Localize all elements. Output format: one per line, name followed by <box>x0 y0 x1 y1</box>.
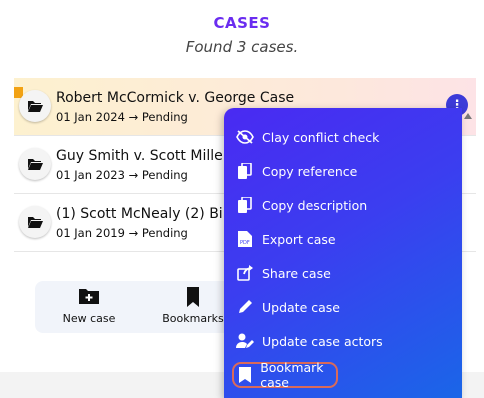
page-title: CASES <box>213 14 271 32</box>
menu-item-label: Clay conflict check <box>262 129 380 145</box>
case-actions-menu: Clay conflict check Copy reference Copy … <box>224 108 462 398</box>
copy-icon <box>236 196 254 214</box>
bookmarks-button[interactable]: Bookmarks <box>153 287 233 325</box>
menu-item-label: Update case actors <box>262 333 383 349</box>
eye-off-icon <box>236 128 254 146</box>
menu-item-label: Share case <box>262 265 331 281</box>
menu-item-label: Export case <box>262 231 336 247</box>
folder-icon <box>19 206 51 238</box>
pencil-icon <box>236 298 254 316</box>
folder-icon <box>19 148 51 180</box>
case-meta: 01 Jan 2023 → Pending <box>56 168 188 182</box>
menu-item-clay-conflict-check[interactable]: Clay conflict check <box>236 125 446 149</box>
case-name: Robert McCormick v. George Case <box>56 90 295 106</box>
menu-item-copy-description[interactable]: Copy description <box>236 193 446 217</box>
case-name: (1) Scott McNealy (2) Bill Jo <box>56 206 248 222</box>
scroll-up-icon[interactable] <box>464 113 472 119</box>
menu-item-share-case[interactable]: Share case <box>236 261 446 285</box>
bookmark-icon <box>153 287 233 307</box>
menu-item-update-case-actors[interactable]: Update case actors <box>236 329 446 353</box>
folder-plus-icon <box>49 287 129 307</box>
menu-item-label: Copy reference <box>262 163 358 179</box>
folder-icon <box>19 90 51 122</box>
pdf-icon: PDF <box>236 230 254 248</box>
user-edit-icon <box>236 332 254 350</box>
new-case-label: New case <box>62 312 116 325</box>
menu-item-bookmark-case[interactable]: Bookmark case <box>232 360 338 390</box>
bookmark-icon <box>238 366 252 384</box>
case-name: Guy Smith v. Scott Miller <box>56 148 229 164</box>
bookmarks-label: Bookmarks <box>162 312 224 325</box>
case-meta: 01 Jan 2024 → Pending <box>56 110 188 124</box>
results-count: Found 3 cases. <box>185 38 299 56</box>
case-meta: 01 Jan 2019 → Pending <box>56 226 188 240</box>
new-case-button[interactable]: New case <box>49 287 129 325</box>
menu-item-update-case[interactable]: Update case <box>236 295 446 319</box>
menu-item-label: Bookmark case <box>260 360 324 390</box>
share-icon <box>236 264 254 282</box>
menu-item-export-case[interactable]: PDF Export case <box>236 227 446 251</box>
svg-text:PDF: PDF <box>240 240 250 246</box>
menu-item-copy-reference[interactable]: Copy reference <box>236 159 446 183</box>
copy-icon <box>236 162 254 180</box>
menu-item-label: Copy description <box>262 197 368 213</box>
menu-item-label: Update case <box>262 299 340 315</box>
